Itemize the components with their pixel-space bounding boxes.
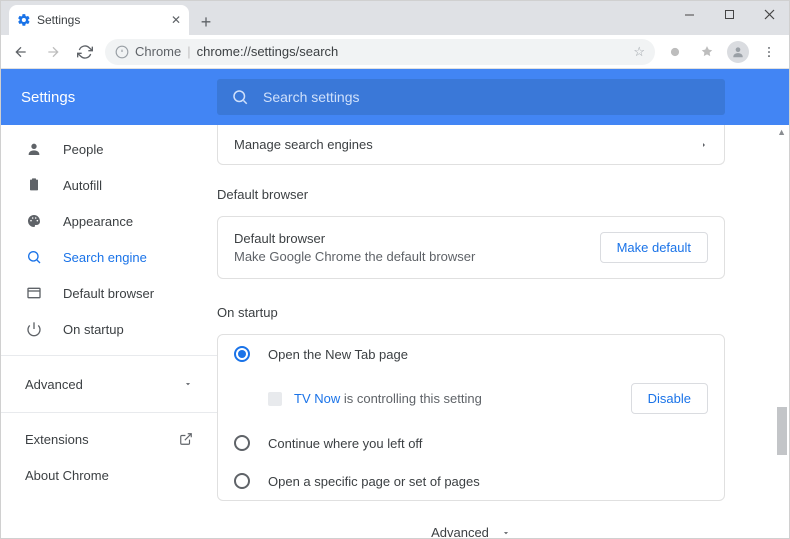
- chevron-right-icon: [700, 139, 708, 151]
- site-info-icon[interactable]: [115, 45, 129, 59]
- settings-main: Manage search engines Default browser De…: [217, 125, 789, 538]
- sidebar-about-label: About Chrome: [25, 468, 109, 483]
- sidebar-item-label: Autofill: [63, 178, 102, 193]
- divider: [1, 412, 217, 413]
- settings-body: ▲ People Autofill Appearance Search engi…: [1, 125, 789, 538]
- controlling-text: is controlling this setting: [340, 391, 482, 406]
- new-tab-button[interactable]: +: [193, 9, 219, 35]
- settings-header: Settings: [1, 69, 789, 125]
- on-startup-card: Open the New Tab page TV Now is controll…: [217, 334, 725, 501]
- radio-icon: [234, 346, 250, 362]
- settings-search[interactable]: [217, 79, 725, 115]
- radio-icon: [234, 435, 250, 451]
- maximize-button[interactable]: [709, 1, 749, 27]
- tab-close-icon[interactable]: ✕: [171, 13, 181, 27]
- sidebar-item-appearance[interactable]: Appearance: [1, 203, 217, 239]
- sidebar-item-default-browser[interactable]: Default browser: [1, 275, 217, 311]
- close-window-button[interactable]: [749, 1, 789, 27]
- power-icon: [25, 321, 43, 337]
- back-button[interactable]: [9, 40, 33, 64]
- extension-puzzle-icon: [268, 392, 282, 406]
- palette-icon: [25, 213, 43, 229]
- radio-icon: [234, 473, 250, 489]
- page-title: Settings: [21, 89, 217, 106]
- menu-kebab-icon[interactable]: [757, 40, 781, 64]
- advanced-expand-footer[interactable]: Advanced: [217, 501, 725, 538]
- startup-option-label: Open a specific page or set of pages: [268, 474, 480, 489]
- browser-icon: [25, 285, 43, 301]
- sidebar-about-chrome[interactable]: About Chrome: [1, 457, 217, 493]
- startup-option-new-tab[interactable]: Open the New Tab page: [218, 335, 724, 373]
- default-browser-heading: Default browser: [217, 187, 725, 202]
- search-input[interactable]: [263, 89, 711, 105]
- divider: [1, 355, 217, 356]
- sidebar-item-label: On startup: [63, 322, 124, 337]
- startup-option-specific-pages[interactable]: Open a specific page or set of pages: [218, 462, 724, 500]
- extension-icon-2[interactable]: [695, 40, 719, 64]
- disable-button[interactable]: Disable: [631, 383, 708, 414]
- person-icon: [25, 141, 43, 157]
- profile-avatar[interactable]: [727, 41, 749, 63]
- default-browser-title: Default browser: [234, 231, 475, 246]
- bookmark-star-icon[interactable]: ☆: [633, 44, 645, 60]
- tab-title: Settings: [37, 13, 80, 27]
- clipboard-icon: [25, 177, 43, 193]
- forward-button[interactable]: [41, 40, 65, 64]
- external-link-icon: [179, 432, 193, 446]
- search-icon: [231, 88, 249, 106]
- sidebar-item-label: Search engine: [63, 250, 147, 265]
- sidebar-item-label: Appearance: [63, 214, 133, 229]
- sidebar-item-label: People: [63, 142, 103, 157]
- window-controls: [669, 1, 789, 27]
- window-titlebar: Settings ✕ +: [1, 1, 789, 35]
- sidebar-item-autofill[interactable]: Autofill: [1, 167, 217, 203]
- sidebar-extensions[interactable]: Extensions: [1, 421, 217, 457]
- sidebar-extensions-label: Extensions: [25, 432, 89, 447]
- settings-sidebar: People Autofill Appearance Search engine…: [1, 125, 217, 538]
- sidebar-item-label: Default browser: [63, 286, 154, 301]
- manage-search-engines-label: Manage search engines: [234, 137, 373, 152]
- chevron-down-icon: [183, 379, 193, 389]
- address-bar[interactable]: Chrome | chrome://settings/search ☆: [105, 39, 655, 65]
- on-startup-heading: On startup: [217, 305, 725, 320]
- extension-icon[interactable]: [663, 40, 687, 64]
- startup-option-continue[interactable]: Continue where you left off: [218, 424, 724, 462]
- sidebar-item-on-startup[interactable]: On startup: [1, 311, 217, 347]
- browser-tab[interactable]: Settings ✕: [9, 5, 189, 35]
- startup-option-label: Open the New Tab page: [268, 347, 408, 362]
- startup-option-label: Continue where you left off: [268, 436, 422, 451]
- controlling-extension-link[interactable]: TV Now: [294, 391, 340, 406]
- default-browser-subtitle: Make Google Chrome the default browser: [234, 249, 475, 264]
- minimize-button[interactable]: [669, 1, 709, 27]
- omnibox-separator: |: [187, 44, 190, 59]
- omnibox-url: chrome://settings/search: [197, 44, 339, 59]
- browser-toolbar: Chrome | chrome://settings/search ☆: [1, 35, 789, 69]
- sidebar-item-search-engine[interactable]: Search engine: [1, 239, 217, 275]
- sidebar-advanced-toggle[interactable]: Advanced: [1, 364, 217, 404]
- search-icon: [25, 249, 43, 265]
- default-browser-card: Default browser Make Google Chrome the d…: [217, 216, 725, 279]
- gear-icon: [17, 13, 31, 27]
- manage-search-engines-row[interactable]: Manage search engines: [217, 125, 725, 165]
- sidebar-advanced-label: Advanced: [25, 377, 83, 392]
- startup-controlled-row: TV Now is controlling this setting Disab…: [218, 373, 724, 424]
- reload-button[interactable]: [73, 40, 97, 64]
- chevron-down-icon: [501, 528, 511, 538]
- advanced-footer-label: Advanced: [431, 525, 489, 538]
- omnibox-scheme: Chrome: [135, 44, 181, 59]
- make-default-button[interactable]: Make default: [600, 232, 708, 263]
- sidebar-item-people[interactable]: People: [1, 131, 217, 167]
